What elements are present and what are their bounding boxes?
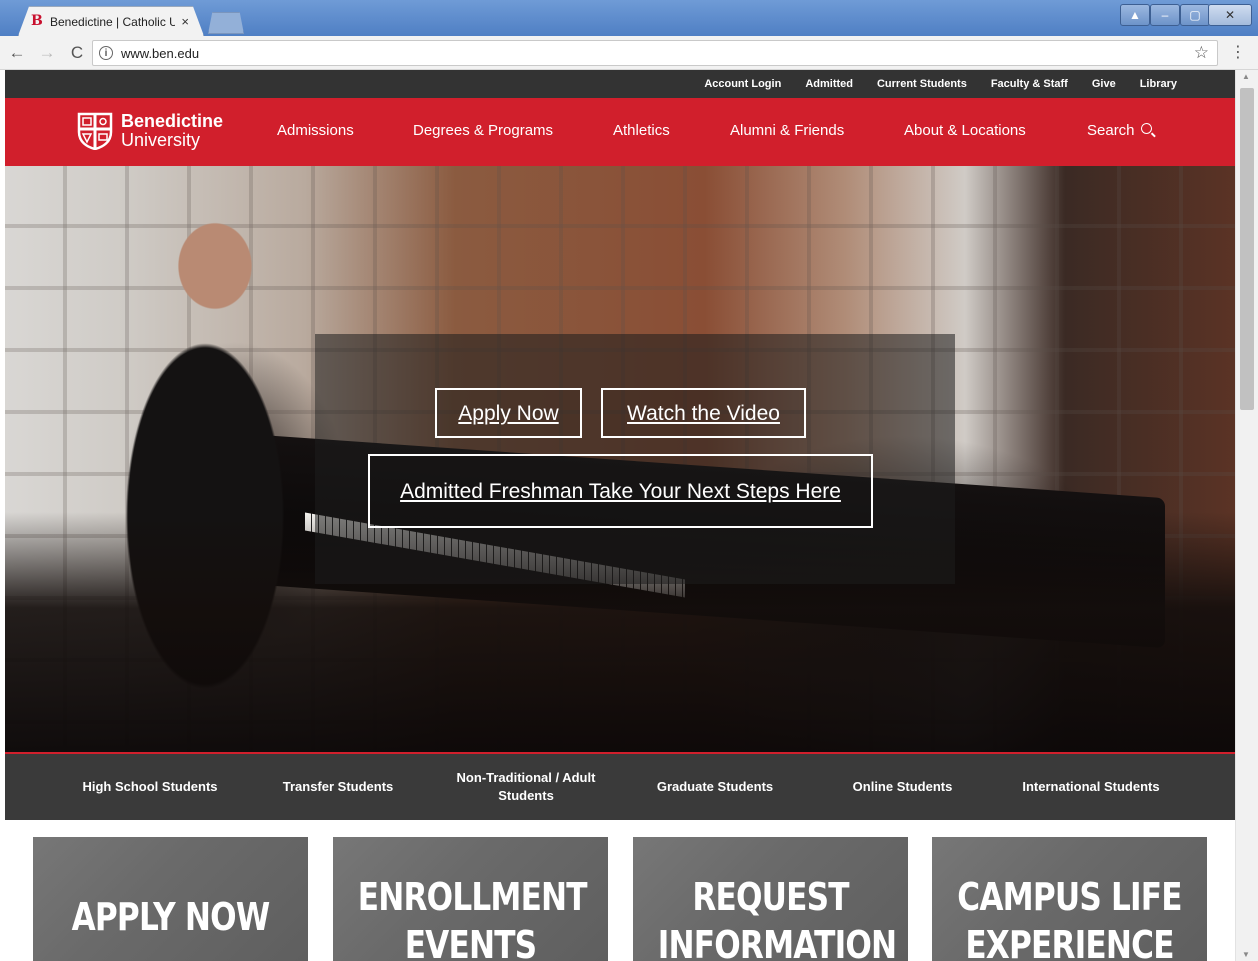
nav-degrees-programs[interactable]: Degrees & Programs bbox=[413, 122, 553, 139]
tile-enrollment-events-label: ENROLLMENT EVENTS bbox=[357, 875, 588, 961]
tile-campus-life[interactable]: CAMPUS LIFE EXPERIENCE bbox=[932, 837, 1207, 961]
shield-logo-icon bbox=[77, 112, 113, 150]
forward-icon[interactable]: → bbox=[34, 40, 60, 66]
browser-tab[interactable]: B Benedictine | Catholic Un × bbox=[18, 6, 204, 36]
tile-request-information-label: REQUEST INFORMATION bbox=[657, 875, 897, 961]
url-text[interactable]: www.ben.edu bbox=[121, 46, 199, 61]
utility-link-current-students[interactable]: Current Students bbox=[877, 78, 967, 90]
scroll-down-icon[interactable]: ▼ bbox=[1242, 950, 1250, 959]
nav-search[interactable]: Search bbox=[1087, 122, 1152, 139]
tile-request-information[interactable]: REQUEST INFORMATION bbox=[633, 837, 908, 961]
browser-toolbar: ← → C i www.ben.edu ☆ ⋮ bbox=[0, 36, 1258, 70]
scrollbar-thumb[interactable] bbox=[1240, 88, 1254, 410]
close-window-icon[interactable]: ✕ bbox=[1208, 4, 1252, 26]
hero-banner: Apply Now Watch the Video Admitted Fresh… bbox=[5, 166, 1235, 752]
logo-subname: University bbox=[121, 130, 201, 150]
browser-titlebar: B Benedictine | Catholic Un × ▲ – ▢ ✕ bbox=[0, 0, 1258, 36]
search-icon bbox=[1140, 123, 1152, 134]
utility-link-account-login[interactable]: Account Login bbox=[704, 78, 781, 90]
nav-about-locations[interactable]: About & Locations bbox=[904, 122, 1026, 139]
scroll-up-icon[interactable]: ▲ bbox=[1242, 72, 1250, 81]
nav-admissions[interactable]: Admissions bbox=[277, 122, 354, 139]
apply-now-button[interactable]: Apply Now bbox=[435, 388, 582, 438]
tile-apply-now-label: APPLY NOW bbox=[71, 895, 271, 939]
audience-transfer[interactable]: Transfer Students bbox=[273, 778, 403, 796]
user-icon[interactable]: ▲ bbox=[1120, 4, 1150, 26]
audience-international[interactable]: International Students bbox=[1010, 778, 1172, 796]
new-tab-button[interactable] bbox=[208, 12, 244, 34]
tab-title: Benedictine | Catholic Un bbox=[50, 14, 176, 29]
tile-apply-now[interactable]: APPLY NOW bbox=[33, 837, 308, 961]
web-page: Account Login Admitted Current Students … bbox=[5, 70, 1235, 961]
utility-nav: Account Login Admitted Current Students … bbox=[5, 70, 1235, 98]
utility-link-library[interactable]: Library bbox=[1140, 78, 1177, 90]
nav-athletics[interactable]: Athletics bbox=[613, 122, 670, 139]
main-nav: Benedictine University Admissions Degree… bbox=[5, 98, 1235, 166]
watch-video-button[interactable]: Watch the Video bbox=[601, 388, 806, 438]
tile-campus-life-label: CAMPUS LIFE EXPERIENCE bbox=[957, 875, 1182, 961]
audience-nav: High School Students Transfer Students N… bbox=[5, 752, 1235, 820]
nav-alumni-friends[interactable]: Alumni & Friends bbox=[730, 122, 844, 139]
logo-name: Benedictine bbox=[121, 111, 224, 131]
minimize-icon[interactable]: – bbox=[1150, 4, 1180, 26]
admitted-freshman-button[interactable]: Admitted Freshman Take Your Next Steps H… bbox=[368, 454, 873, 528]
audience-adult[interactable]: Non-Traditional / Adult Students bbox=[450, 769, 602, 805]
favicon-icon: B bbox=[31, 13, 43, 29]
utility-link-give[interactable]: Give bbox=[1092, 78, 1116, 90]
tile-enrollment-events[interactable]: ENROLLMENT EVENTS bbox=[333, 837, 608, 961]
utility-link-faculty-staff[interactable]: Faculty & Staff bbox=[991, 78, 1068, 90]
utility-link-admitted[interactable]: Admitted bbox=[805, 78, 853, 90]
browser-menu-icon[interactable]: ⋮ bbox=[1230, 42, 1246, 62]
info-icon[interactable]: i bbox=[99, 46, 113, 60]
address-bar[interactable]: i www.ben.edu ☆ bbox=[92, 40, 1218, 66]
maximize-icon[interactable]: ▢ bbox=[1180, 4, 1210, 26]
audience-high-school[interactable]: High School Students bbox=[75, 778, 225, 796]
feature-tiles: APPLY NOW ENROLLMENT EVENTS REQUEST INFO… bbox=[5, 820, 1235, 961]
audience-online[interactable]: Online Students bbox=[840, 778, 965, 796]
back-icon[interactable]: ← bbox=[4, 40, 30, 66]
university-logo[interactable]: Benedictine University bbox=[77, 112, 223, 150]
bookmark-star-icon[interactable]: ☆ bbox=[1194, 43, 1209, 63]
nav-search-label: Search bbox=[1087, 122, 1135, 139]
audience-graduate[interactable]: Graduate Students bbox=[645, 778, 785, 796]
page-scrollbar[interactable]: ▲ ▼ bbox=[1235, 70, 1258, 961]
close-tab-icon[interactable]: × bbox=[181, 14, 189, 29]
reload-icon[interactable]: C bbox=[64, 40, 90, 66]
